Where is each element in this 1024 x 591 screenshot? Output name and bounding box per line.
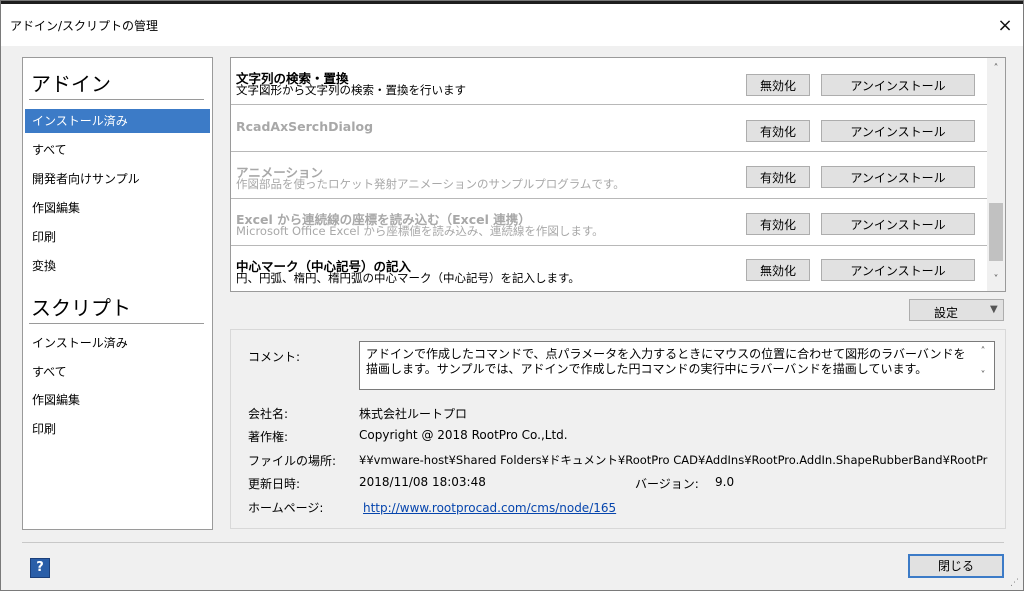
homepage-link[interactable]: http://www.rootprocad.com/cms/node/165 — [363, 501, 616, 515]
file-location-label: ファイルの場所: — [248, 454, 337, 468]
addin-description: Microsoft Office Excel から座標値を読み込み、連続線を作図… — [236, 224, 604, 238]
enable-button[interactable]: 有効化 — [746, 213, 810, 235]
addin-manager-dialog: アドイン/スクリプトの管理 × アドイン インストール済み すべて 開発者向けサ… — [0, 0, 1024, 591]
comment-label: コメント: — [248, 350, 301, 364]
scroll-down-icon[interactable]: ˅ — [974, 370, 992, 384]
category-panel: アドイン インストール済み すべて 開発者向けサンプル 作図編集 印刷 変換 ス… — [22, 57, 213, 530]
title-bar: アドイン/スクリプトの管理 × — [1, 4, 1023, 46]
nav-addin-dev-samples[interactable]: 開発者向けサンプル — [25, 167, 210, 191]
uninstall-button[interactable]: アンインストール — [821, 120, 975, 142]
version-value: 9.0 — [715, 475, 735, 489]
addin-name: RcadAxSerchDialog — [236, 119, 374, 134]
uninstall-button[interactable]: アンインストール — [821, 259, 975, 281]
addin-row[interactable]: 中心マーク（中心記号）の記入 円、円弧、楕円、楕円弧の中心マーク（中心記号）を記… — [231, 246, 987, 291]
addin-section-divider — [29, 99, 204, 100]
nav-addin-convert[interactable]: 変換 — [25, 254, 210, 278]
enable-button[interactable]: 有効化 — [746, 166, 810, 188]
settings-button[interactable]: 設定 ▼ — [909, 299, 1004, 321]
nav-addin-installed[interactable]: インストール済み — [25, 109, 210, 133]
chevron-down-icon: ▼ — [990, 304, 998, 315]
company-label: 会社名: — [248, 407, 289, 421]
window-title: アドイン/スクリプトの管理 — [10, 19, 159, 33]
file-location-value: ¥¥vmware-host¥Shared Folders¥ドキュメント¥Root… — [359, 453, 988, 467]
close-button[interactable]: 閉じる — [908, 554, 1004, 578]
version-label: バージョン: — [635, 477, 699, 491]
nav-script-all[interactable]: すべて — [25, 360, 210, 384]
disable-button[interactable]: 無効化 — [746, 259, 810, 281]
addin-row[interactable]: 文字列の検索・置換 文字図形から文字列の検索・置換を行います 無効化 アンインス… — [231, 58, 987, 105]
comment-text: アドインで作成したコマンドで、点パラメータを入力するときにマウスの位置に合わせて… — [366, 347, 966, 376]
addin-section-header: アドイン — [31, 72, 111, 96]
updated-value: 2018/11/08 18:03:48 — [359, 475, 486, 489]
nav-script-print[interactable]: 印刷 — [25, 417, 210, 441]
enable-button[interactable]: 有効化 — [746, 120, 810, 142]
list-scrollbar[interactable]: ˄ ˅ — [987, 58, 1005, 291]
nav-addin-all[interactable]: すべて — [25, 138, 210, 162]
comment-textbox[interactable]: アドインで作成したコマンドで、点パラメータを入力するときにマウスの位置に合わせて… — [359, 341, 995, 390]
script-section-header: スクリプト — [31, 296, 131, 320]
scroll-down-icon[interactable]: ˅ — [987, 271, 1005, 289]
copyright-value: Copyright @ 2018 RootPro Co.,Ltd. — [359, 428, 568, 442]
nav-addin-drawing-edit[interactable]: 作図編集 — [25, 196, 210, 220]
updated-label: 更新日時: — [248, 477, 301, 491]
addin-row[interactable]: Excel から連続線の座標を読み込む（Excel 連携） Microsoft … — [231, 199, 987, 246]
addin-description: 文字図形から文字列の検索・置換を行います — [236, 83, 466, 97]
addin-row[interactable]: RcadAxSerchDialog 有効化 アンインストール — [231, 105, 987, 152]
scroll-up-icon[interactable]: ˄ — [974, 346, 992, 360]
homepage-label: ホームページ: — [248, 501, 324, 515]
addin-row[interactable]: アニメーション 作図部品を使ったロケット発射アニメーションのサンプルプログラムで… — [231, 152, 987, 199]
close-icon[interactable]: × — [991, 12, 1019, 40]
addin-description: 円、円弧、楕円、楕円弧の中心マーク（中心記号）を記入します。 — [236, 271, 580, 285]
addin-description: 作図部品を使ったロケット発射アニメーションのサンプルプログラムです。 — [236, 177, 625, 191]
scroll-thumb[interactable] — [989, 203, 1003, 261]
script-section-divider — [29, 323, 204, 324]
scroll-up-icon[interactable]: ˄ — [987, 60, 1005, 78]
nav-addin-print[interactable]: 印刷 — [25, 225, 210, 249]
nav-script-drawing-edit[interactable]: 作図編集 — [25, 388, 210, 412]
help-icon[interactable]: ? — [30, 558, 50, 578]
addin-list: 文字列の検索・置換 文字図形から文字列の検索・置換を行います 無効化 アンインス… — [230, 57, 1006, 292]
nav-script-installed[interactable]: インストール済み — [25, 331, 210, 355]
uninstall-button[interactable]: アンインストール — [821, 213, 975, 235]
disable-button[interactable]: 無効化 — [746, 74, 810, 96]
footer-divider — [22, 542, 1004, 543]
uninstall-button[interactable]: アンインストール — [821, 74, 975, 96]
settings-label: 設定 — [934, 306, 959, 320]
addin-details: コメント: アドインで作成したコマンドで、点パラメータを入力するときにマウスの位… — [230, 329, 1006, 529]
copyright-label: 著作権: — [248, 430, 289, 444]
uninstall-button[interactable]: アンインストール — [821, 166, 975, 188]
company-value: 株式会社ルートプロ — [359, 407, 468, 421]
resize-grip-icon[interactable]: ⋰ — [1010, 578, 1022, 590]
